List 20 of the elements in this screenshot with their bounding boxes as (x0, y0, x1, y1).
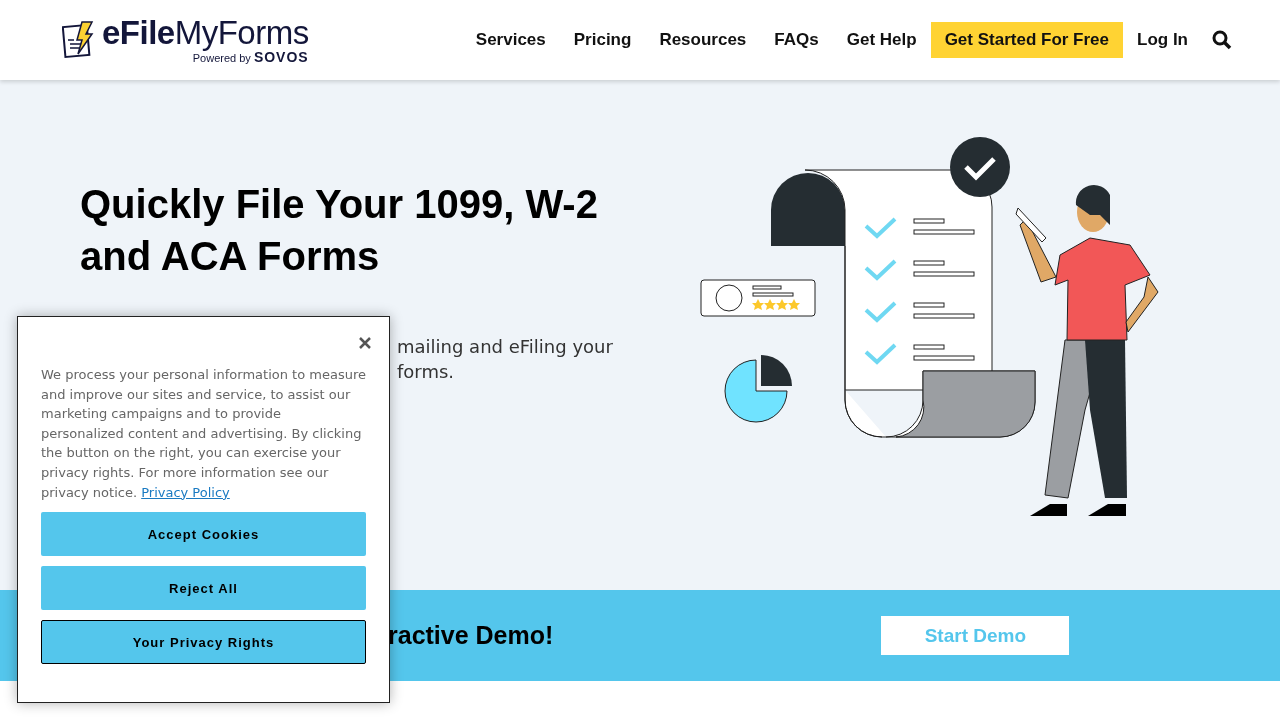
nav-link[interactable]: Get Help (832, 22, 931, 58)
hero-description-line: mailing and eFiling your (397, 335, 614, 359)
hero-title: Quickly File Your 1099, W-2 and ACA Forms (80, 181, 599, 280)
cookie-button[interactable]: Accept Cookies (41, 512, 366, 557)
get-started-button[interactable]: Get Started For Free (930, 22, 1123, 58)
cookie-notice-text: We process your personal information to measure and improve our sites and service, to assist our marketing campaigns and to provide personalized content and advertising. By clicking the button on the right, you can exercise your privacy rights. For more information see our privacy notice. Privacy Policy (41, 366, 366, 502)
nav-link[interactable]: Resources (645, 22, 761, 58)
document-lightning-icon (62, 20, 96, 60)
nav-link[interactable]: Pricing (559, 22, 646, 58)
search-icon[interactable] (1212, 30, 1232, 50)
nav-link[interactable]: FAQs (760, 22, 833, 58)
nav-link[interactable]: Log In (1123, 22, 1202, 58)
nav-link[interactable]: Services (461, 22, 560, 58)
privacy-policy-link[interactable]: Privacy Policy (141, 484, 230, 500)
demo-heading: ractive Demo! (388, 621, 554, 650)
cookie-button[interactable]: Your Privacy Rights (41, 620, 366, 665)
brand-logo-text[interactable]: eFileMyForms (102, 15, 309, 49)
hero-description-line: forms. (397, 360, 456, 384)
cookie-button[interactable]: Reject All (41, 566, 366, 611)
close-icon (359, 337, 371, 349)
